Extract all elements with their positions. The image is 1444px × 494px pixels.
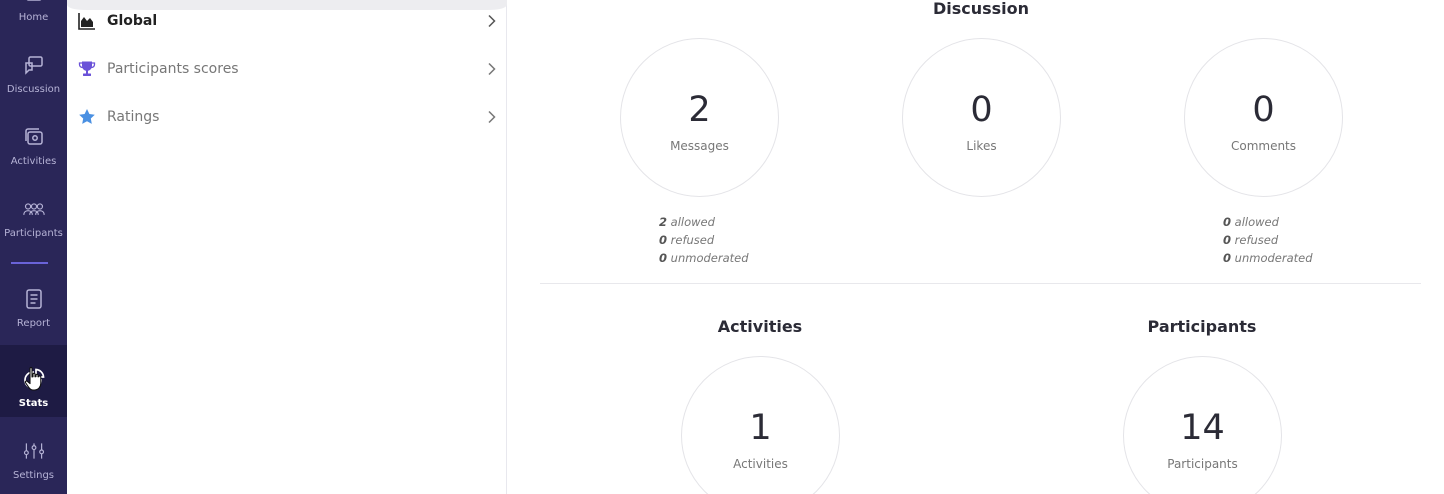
messages-allowed-line: 2 allowed bbox=[659, 213, 749, 231]
allowed-label: allowed bbox=[1234, 215, 1279, 229]
home-icon bbox=[26, 0, 41, 1]
trophy-icon bbox=[78, 61, 96, 76]
activities-icon bbox=[24, 128, 43, 145]
stats-content: Discussion 2 Messages 0 Likes 0 Comments… bbox=[507, 0, 1444, 494]
comments-label: Comments bbox=[1230, 139, 1297, 153]
likes-count: 0 bbox=[970, 90, 993, 130]
likes-stat-circle: 0 Likes bbox=[902, 38, 1061, 197]
activities-section-title: Activities bbox=[717, 317, 803, 336]
refused-label: refused bbox=[1234, 233, 1279, 247]
discussion-icon bbox=[24, 56, 43, 75]
app-sidebar: Home Discussion Activities Participants … bbox=[0, 0, 67, 494]
rail-label-home: Home bbox=[18, 12, 49, 23]
rail-item-report[interactable]: Report bbox=[0, 265, 67, 337]
rail-label-settings: Settings bbox=[12, 470, 54, 481]
settings-icon bbox=[23, 443, 44, 459]
rail-divider bbox=[11, 262, 48, 264]
rail-item-discussion[interactable]: Discussion bbox=[0, 31, 67, 103]
messages-refused-count: 0 bbox=[659, 233, 668, 247]
comments-breakdown: 0 allowed 0 refused 0 unmoderated bbox=[1223, 213, 1313, 267]
comments-unmoderated-count: 0 bbox=[1223, 251, 1232, 265]
activities-label: Activities bbox=[733, 457, 788, 471]
participants-stat-circle: 14 Participants bbox=[1123, 356, 1282, 494]
participants-count: 14 bbox=[1180, 408, 1225, 448]
section-divider bbox=[540, 283, 1421, 284]
participants-icon bbox=[22, 203, 45, 215]
chevron-right-icon bbox=[488, 62, 496, 76]
area-chart-icon bbox=[78, 13, 95, 30]
rail-item-activities[interactable]: Activities bbox=[0, 103, 67, 175]
comments-unmoderated-line: 0 unmoderated bbox=[1223, 249, 1313, 267]
refused-label: refused bbox=[670, 233, 715, 247]
messages-count: 2 bbox=[688, 90, 711, 130]
likes-label: Likes bbox=[966, 139, 997, 153]
unmoderated-label: unmoderated bbox=[670, 251, 749, 265]
rail-label-stats: Stats bbox=[18, 398, 49, 409]
comments-allowed-line: 0 allowed bbox=[1223, 213, 1313, 231]
messages-unmoderated-count: 0 bbox=[659, 251, 668, 265]
comments-stat-circle: 0 Comments bbox=[1184, 38, 1343, 197]
submenu-label-global: Global bbox=[107, 13, 158, 29]
submenu-label-participants-scores: Participants scores bbox=[107, 61, 239, 77]
unmoderated-label: unmoderated bbox=[1234, 251, 1313, 265]
messages-breakdown: 2 allowed 0 refused 0 unmoderated bbox=[659, 213, 749, 267]
participants-section-title: Participants bbox=[1147, 317, 1257, 336]
chevron-right-icon bbox=[488, 14, 496, 28]
discussion-section-title: Discussion bbox=[932, 0, 1030, 18]
submenu-item-ratings[interactable]: Ratings bbox=[67, 97, 507, 137]
report-icon bbox=[25, 289, 42, 309]
rail-label-discussion: Discussion bbox=[6, 84, 61, 95]
rail-item-participants[interactable]: Participants bbox=[0, 175, 67, 247]
comments-refused-count: 0 bbox=[1223, 233, 1232, 247]
submenu-item-global[interactable]: Global bbox=[67, 1, 507, 41]
comments-allowed-count: 0 bbox=[1223, 215, 1232, 229]
allowed-label: allowed bbox=[670, 215, 715, 229]
messages-refused-line: 0 refused bbox=[659, 231, 749, 249]
messages-unmoderated-line: 0 unmoderated bbox=[659, 249, 749, 267]
submenu-label-ratings: Ratings bbox=[107, 109, 160, 125]
messages-allowed-count: 2 bbox=[659, 215, 668, 229]
activities-count: 1 bbox=[749, 408, 772, 448]
rail-item-home[interactable]: Home bbox=[0, 0, 67, 31]
activities-stat-circle: 1 Activities bbox=[681, 356, 840, 494]
comments-refused-line: 0 refused bbox=[1223, 231, 1313, 249]
rail-item-settings[interactable]: Settings bbox=[0, 417, 67, 489]
participants-label: Participants bbox=[1167, 457, 1238, 471]
hand-pointer-icon bbox=[24, 367, 42, 391]
messages-stat-circle: 2 Messages bbox=[620, 38, 779, 197]
star-icon bbox=[79, 109, 95, 124]
rail-label-participants: Participants bbox=[4, 228, 63, 239]
rail-label-activities: Activities bbox=[10, 156, 57, 167]
chevron-right-icon bbox=[488, 110, 496, 124]
comments-count: 0 bbox=[1252, 90, 1275, 130]
stats-submenu: Global Participants scores Ratings bbox=[67, 0, 507, 494]
submenu-item-participants-scores[interactable]: Participants scores bbox=[67, 49, 507, 89]
rail-label-report: Report bbox=[16, 318, 51, 329]
messages-label: Messages bbox=[670, 139, 729, 153]
